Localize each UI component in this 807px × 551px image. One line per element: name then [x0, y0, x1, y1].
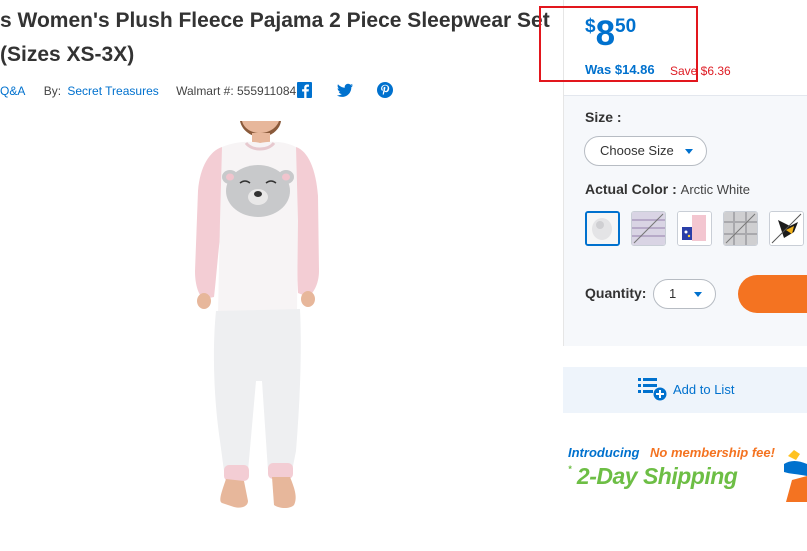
promo-introducing: Introducing	[568, 445, 640, 460]
product-title: s Women's Plush Fleece Pajama 2 Piece Sl…	[0, 4, 560, 72]
twitter-icon[interactable]	[336, 80, 354, 100]
swatch-gray-plaid[interactable]	[723, 211, 758, 246]
free-shipping-banner[interactable]: Introducing No membership fee! * 2-Day S…	[568, 440, 807, 510]
size-dropdown-value: Choose Size	[600, 143, 674, 158]
facebook-icon[interactable]	[296, 80, 313, 100]
qa-link[interactable]: Q&A	[0, 83, 25, 99]
product-title-line-2: (Sizes XS-3X)	[0, 43, 135, 66]
promo-two-day: 2-Day Shipping	[576, 463, 738, 489]
promo-free-mark: *	[568, 464, 572, 474]
product-meta-row: Q&A By: Secret Treasures Walmart #: 5559…	[0, 83, 296, 99]
swatch-black-print[interactable]	[769, 211, 804, 246]
product-title-line-1: s Women's Plush Fleece Pajama 2 Piece Sl…	[0, 9, 550, 32]
quantity-label: Quantity:	[585, 285, 647, 301]
promo-free-shipping: * 2-Day Shipping	[568, 462, 738, 490]
add-list-icon	[638, 377, 668, 401]
quantity-value: 1	[669, 286, 677, 301]
quantity-dropdown[interactable]: 1	[653, 279, 716, 309]
add-to-list-label[interactable]: Add to List	[673, 382, 734, 398]
swatch-arctic-white[interactable]	[585, 211, 620, 246]
size-label: Size :	[585, 109, 622, 125]
spark-icon	[782, 446, 807, 504]
chevron-down-icon	[694, 292, 702, 297]
size-dropdown[interactable]: Choose Size	[584, 136, 707, 166]
product-image[interactable]	[182, 121, 332, 551]
by-label: By:	[43, 84, 62, 98]
color-label: Actual Color : Arctic White	[585, 180, 750, 199]
chevron-down-icon	[685, 149, 693, 154]
color-label-text: Actual Color :	[585, 181, 677, 197]
add-to-cart-button[interactable]	[738, 275, 807, 313]
promo-no-membership: No membership fee!	[650, 445, 775, 460]
swatch-pink-blue-print[interactable]	[677, 211, 712, 246]
color-value: Arctic White	[680, 182, 751, 197]
brand-link[interactable]: Secret Treasures	[67, 83, 158, 99]
swatch-gray-pattern[interactable]	[631, 211, 666, 246]
walmart-number: Walmart #: 555911084	[176, 84, 297, 98]
pinterest-icon[interactable]	[376, 80, 394, 100]
price-highlight-box	[539, 6, 698, 82]
